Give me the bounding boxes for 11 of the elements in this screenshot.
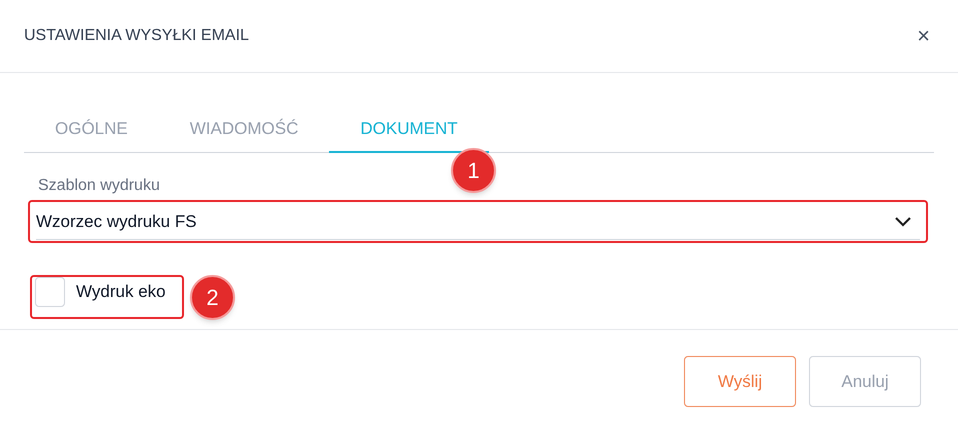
- template-select[interactable]: Wzorzec wydruku FS: [36, 204, 920, 240]
- checkbox-label: Wydruk eko: [76, 281, 166, 304]
- field-label: Szablon wydruku: [38, 176, 161, 196]
- tab[interactable]: WIADOMOŚĆ: [158, 106, 330, 153]
- close-button[interactable]: ×: [913, 25, 934, 47]
- send-button[interactable]: Wyślij: [684, 356, 796, 407]
- cancel-button[interactable]: Anuluj: [809, 356, 921, 407]
- dialog-title: USTAWIENIA WYSYŁKI EMAIL: [24, 26, 249, 46]
- number-badge: 1: [451, 148, 496, 193]
- number-badge: 2: [190, 275, 235, 320]
- tab[interactable]: OGÓLNE: [24, 106, 159, 153]
